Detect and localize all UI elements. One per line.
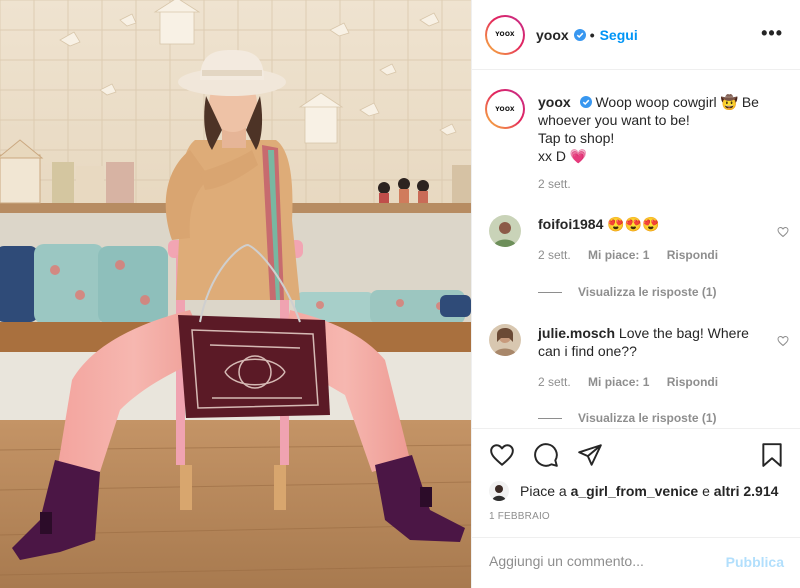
verified-badge-icon bbox=[573, 28, 586, 41]
comment-body: 😍😍😍 bbox=[607, 216, 660, 232]
separator-dot: • bbox=[589, 26, 595, 43]
comment-bubble-icon[interactable] bbox=[533, 442, 559, 468]
comment-timestamp[interactable]: 2 sett. bbox=[538, 248, 571, 262]
liked-by-and: e bbox=[702, 483, 710, 499]
add-comment-bar: Pubblica bbox=[472, 537, 800, 588]
view-replies-button[interactable]: Visualizza le risposte (1) bbox=[538, 285, 717, 299]
view-replies-button[interactable]: Visualizza le risposte (1) bbox=[538, 411, 717, 425]
likes-summary: Piace a a_girl_from_venice e altri 2.914 bbox=[489, 480, 789, 502]
comment-username[interactable]: julie.mosch bbox=[538, 325, 615, 341]
comment-avatar[interactable] bbox=[489, 215, 521, 247]
post-image bbox=[0, 0, 471, 588]
caption-text: yoox Woop woop cowgirl 🤠 Be whoever you … bbox=[538, 93, 786, 165]
comment-input[interactable] bbox=[489, 553, 709, 569]
brand-logo: YOOX bbox=[495, 105, 515, 113]
reply-button[interactable]: Rispondi bbox=[667, 375, 718, 389]
replies-divider bbox=[538, 417, 562, 419]
post-header: YOOX yoox • Segui ••• bbox=[472, 0, 800, 70]
comment-meta: 2 sett. Mi piace: 1 Rispondi bbox=[538, 375, 732, 389]
comment-like-icon[interactable] bbox=[777, 226, 789, 238]
comment-avatar[interactable] bbox=[489, 324, 521, 356]
comment-text: foifoi1984 😍😍😍 bbox=[538, 215, 758, 233]
brand-logo: YOOX bbox=[495, 31, 515, 38]
avatar[interactable]: YOOX bbox=[485, 14, 525, 55]
liked-by-others[interactable]: altri 2.914 bbox=[714, 483, 779, 499]
publish-button[interactable]: Pubblica bbox=[726, 554, 784, 570]
caption-line-3: xx D 💗 bbox=[538, 148, 588, 164]
liked-by-user[interactable]: a_girl_from_venice bbox=[571, 483, 699, 499]
paper-plane-icon[interactable] bbox=[577, 442, 603, 468]
comment-like-icon[interactable] bbox=[777, 335, 789, 347]
comment-text: julie.mosch Love the bag! Where can i fi… bbox=[538, 324, 758, 360]
post-side-panel: YOOX yoox • Segui ••• YOOX yoox Woop woo… bbox=[471, 0, 800, 588]
post-date[interactable]: 1 FEBBRAIO bbox=[489, 511, 550, 522]
caption-username[interactable]: yoox bbox=[538, 94, 571, 110]
more-options-icon[interactable]: ••• bbox=[761, 24, 783, 42]
caption-line-1: Woop woop cowgirl 🤠 Be whoever you want … bbox=[538, 94, 759, 128]
liked-by-prefix: Piace a bbox=[520, 483, 567, 499]
caption-avatar[interactable]: YOOX bbox=[485, 89, 525, 129]
action-bar bbox=[472, 428, 800, 480]
comment-timestamp[interactable]: 2 sett. bbox=[538, 375, 571, 389]
comment-likes[interactable]: Mi piace: 1 bbox=[588, 248, 649, 262]
liker-avatar[interactable] bbox=[489, 481, 509, 501]
bookmark-icon[interactable] bbox=[759, 442, 785, 468]
view-replies-label: Visualizza le risposte (1) bbox=[578, 285, 717, 299]
header-username[interactable]: yoox bbox=[536, 27, 569, 43]
caption-timestamp[interactable]: 2 sett. bbox=[538, 177, 571, 191]
caption-line-2: Tap to shop! bbox=[538, 130, 615, 146]
post-photo[interactable] bbox=[0, 0, 471, 588]
view-replies-label: Visualizza le risposte (1) bbox=[578, 411, 717, 425]
comment-username[interactable]: foifoi1984 bbox=[538, 216, 603, 232]
reply-button[interactable]: Rispondi bbox=[667, 248, 718, 262]
follow-button[interactable]: Segui bbox=[600, 27, 638, 43]
heart-icon[interactable] bbox=[489, 442, 515, 468]
verified-badge-icon bbox=[579, 96, 592, 108]
replies-divider bbox=[538, 291, 562, 293]
comment-meta: 2 sett. Mi piace: 1 Rispondi bbox=[538, 248, 732, 262]
comments-list[interactable]: YOOX yoox Woop woop cowgirl 🤠 Be whoever… bbox=[472, 71, 800, 428]
comment-likes[interactable]: Mi piace: 1 bbox=[588, 375, 649, 389]
